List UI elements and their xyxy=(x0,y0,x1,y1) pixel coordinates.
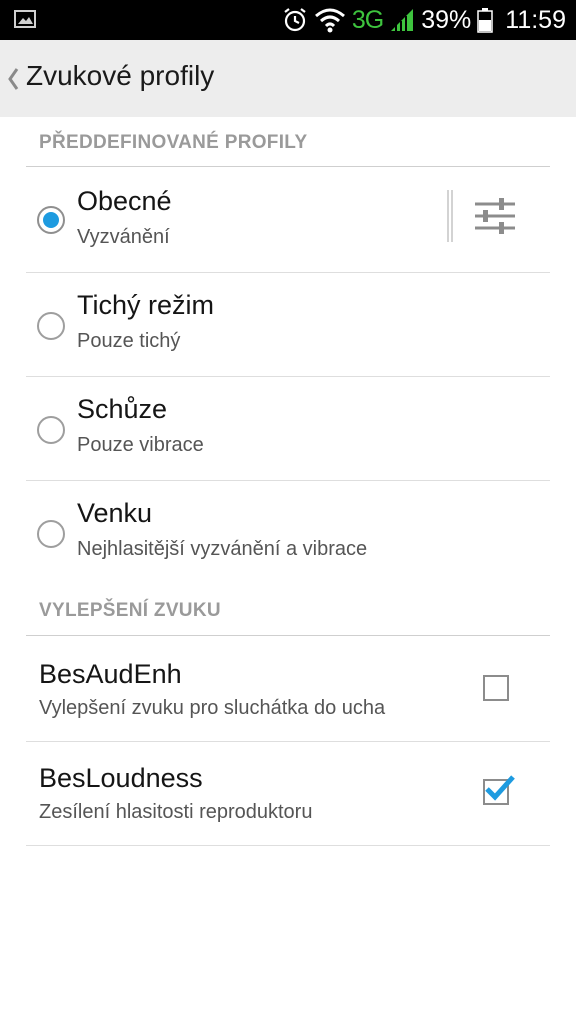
profile-subtitle: Pouze vibrace xyxy=(77,434,204,456)
profile-title: Venku xyxy=(77,498,153,528)
wifi-icon xyxy=(314,8,345,33)
profile-title: Tichý režim xyxy=(77,290,215,320)
profile-subtitle: Vyzvánění xyxy=(77,226,170,248)
vertical-divider xyxy=(447,190,453,242)
profile-title: Obecné xyxy=(77,186,172,216)
section-header-enhancement: VYLEPŠENÍ ZVUKU xyxy=(39,600,221,621)
checkmark-icon xyxy=(485,775,515,801)
action-bar[interactable]: Zvukové profily xyxy=(0,40,576,117)
profile-item-tichy-rezim[interactable]: Tichý režim Pouze tichý xyxy=(26,272,550,376)
section-divider xyxy=(26,635,550,636)
checkbox[interactable] xyxy=(483,675,509,701)
setting-title: BesLoudness xyxy=(39,763,203,793)
radio-button[interactable] xyxy=(37,312,65,340)
alarm-icon xyxy=(284,8,306,32)
setting-item-besaudenh[interactable]: BesAudEnh Vylepšení zvuku pro sluchátka … xyxy=(26,637,550,741)
setting-subtitle: Zesílení hlasitosti reproduktoru xyxy=(39,801,313,823)
page-title: Zvukové profily xyxy=(26,60,215,91)
radio-button[interactable] xyxy=(37,416,65,444)
chevron-left-icon[interactable] xyxy=(6,64,20,94)
status-icons: 3G 39% 11:59 xyxy=(282,0,566,40)
clock: 11:59 xyxy=(505,5,566,34)
profile-settings-button[interactable] xyxy=(447,186,527,246)
profile-title: Schůze xyxy=(77,394,168,424)
radio-button[interactable] xyxy=(37,206,65,234)
sliders-icon[interactable] xyxy=(473,194,517,238)
list-divider xyxy=(26,845,550,846)
radio-button[interactable] xyxy=(37,520,65,548)
battery-icon xyxy=(477,8,494,33)
profile-item-schuze[interactable]: Schůze Pouze vibrace xyxy=(26,376,550,480)
section-divider xyxy=(26,166,550,167)
status-bar: 3G 39% 11:59 xyxy=(0,0,576,40)
network-type: 3G xyxy=(351,5,384,34)
setting-item-besloudness[interactable]: BesLoudness Zesílení hlasitosti reproduk… xyxy=(26,741,550,845)
profile-subtitle: Pouze tichý xyxy=(77,330,181,352)
profile-item-venku[interactable]: Venku Nejhlasitější vyzvánění a vibrace xyxy=(26,480,550,584)
battery-percent: 39% xyxy=(421,5,472,34)
setting-title: BesAudEnh xyxy=(39,659,182,689)
profile-subtitle: Nejhlasitější vyzvánění a vibrace xyxy=(77,538,368,560)
signal-icon xyxy=(391,9,414,31)
image-icon xyxy=(14,10,36,28)
section-header-predefined: PŘEDDEFINOVANÉ PROFILY xyxy=(39,132,308,153)
setting-subtitle: Vylepšení zvuku pro sluchátka do ucha xyxy=(39,697,386,719)
checkbox[interactable] xyxy=(483,775,515,805)
profile-item-obecne[interactable]: Obecné Vyzvánění xyxy=(26,168,550,272)
